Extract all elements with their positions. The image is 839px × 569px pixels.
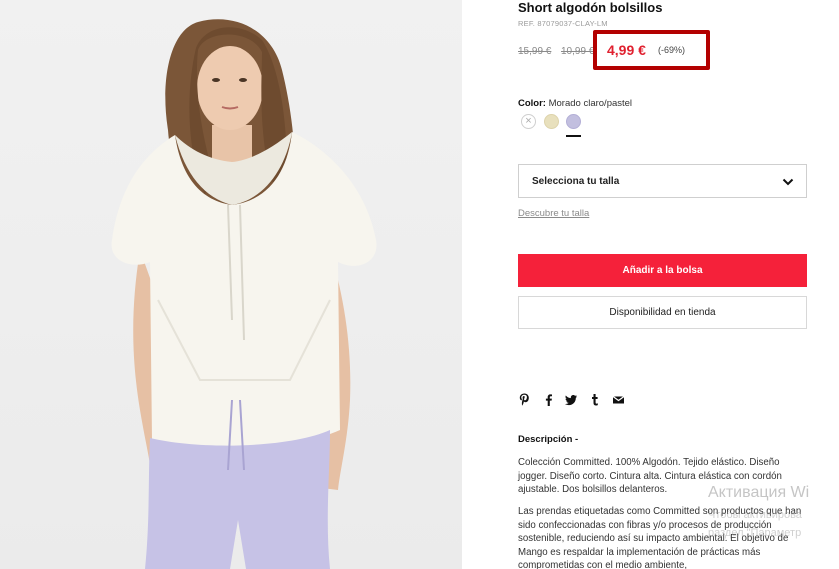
watermark-line-1: Чтобы активирова: [708, 509, 802, 521]
chevron-down-icon: [782, 178, 794, 186]
color-label: Color:: [518, 98, 546, 109]
add-to-bag-button[interactable]: Añadir a la bolsa: [518, 254, 807, 287]
discount-percent: (-69%): [658, 45, 686, 55]
size-select-label: Selecciona tu talla: [532, 176, 620, 187]
product-reference: REF. 87079037-CLAY-LM: [518, 19, 608, 28]
facebook-icon[interactable]: [542, 392, 556, 408]
windows-activation-watermark-title: Активация Wi: [708, 484, 810, 501]
product-image[interactable]: [0, 0, 462, 569]
original-price: 15,99 €: [518, 46, 552, 57]
color-swatch-unavailable[interactable]: ×: [521, 114, 536, 129]
size-guide-link[interactable]: Descubre tu talla: [518, 208, 589, 219]
twitter-icon[interactable]: [564, 392, 578, 408]
sale-price-highlight: 4,99 € (-69%): [593, 30, 710, 70]
pinterest-icon[interactable]: [518, 392, 532, 408]
size-select[interactable]: Selecciona tu talla: [518, 164, 807, 198]
store-availability-button[interactable]: Disponibilidad en tienda: [518, 296, 807, 329]
unavailable-cross-icon: ×: [525, 115, 532, 127]
model-photo-illustration: [111, 19, 377, 569]
tumblr-icon[interactable]: [588, 392, 602, 408]
watermark-line-2: раздел "Параметр: [708, 527, 802, 539]
selected-swatch-indicator: [566, 135, 581, 137]
previous-price: 10,99 €: [561, 46, 595, 57]
sale-price: 4,99 €: [607, 42, 646, 58]
windows-activation-watermark-text: Чтобы активирова раздел "Параметр: [708, 506, 802, 542]
color-label-row: Color: Morado claro/pastel: [518, 98, 632, 109]
product-title: Short algodón bolsillos: [518, 0, 663, 15]
email-icon[interactable]: [612, 392, 626, 408]
description-title[interactable]: Descripción -: [518, 434, 578, 445]
color-swatch-beige[interactable]: [544, 114, 559, 129]
color-swatch-lilac[interactable]: [566, 114, 581, 129]
color-value: Morado claro/pastel: [548, 98, 633, 109]
